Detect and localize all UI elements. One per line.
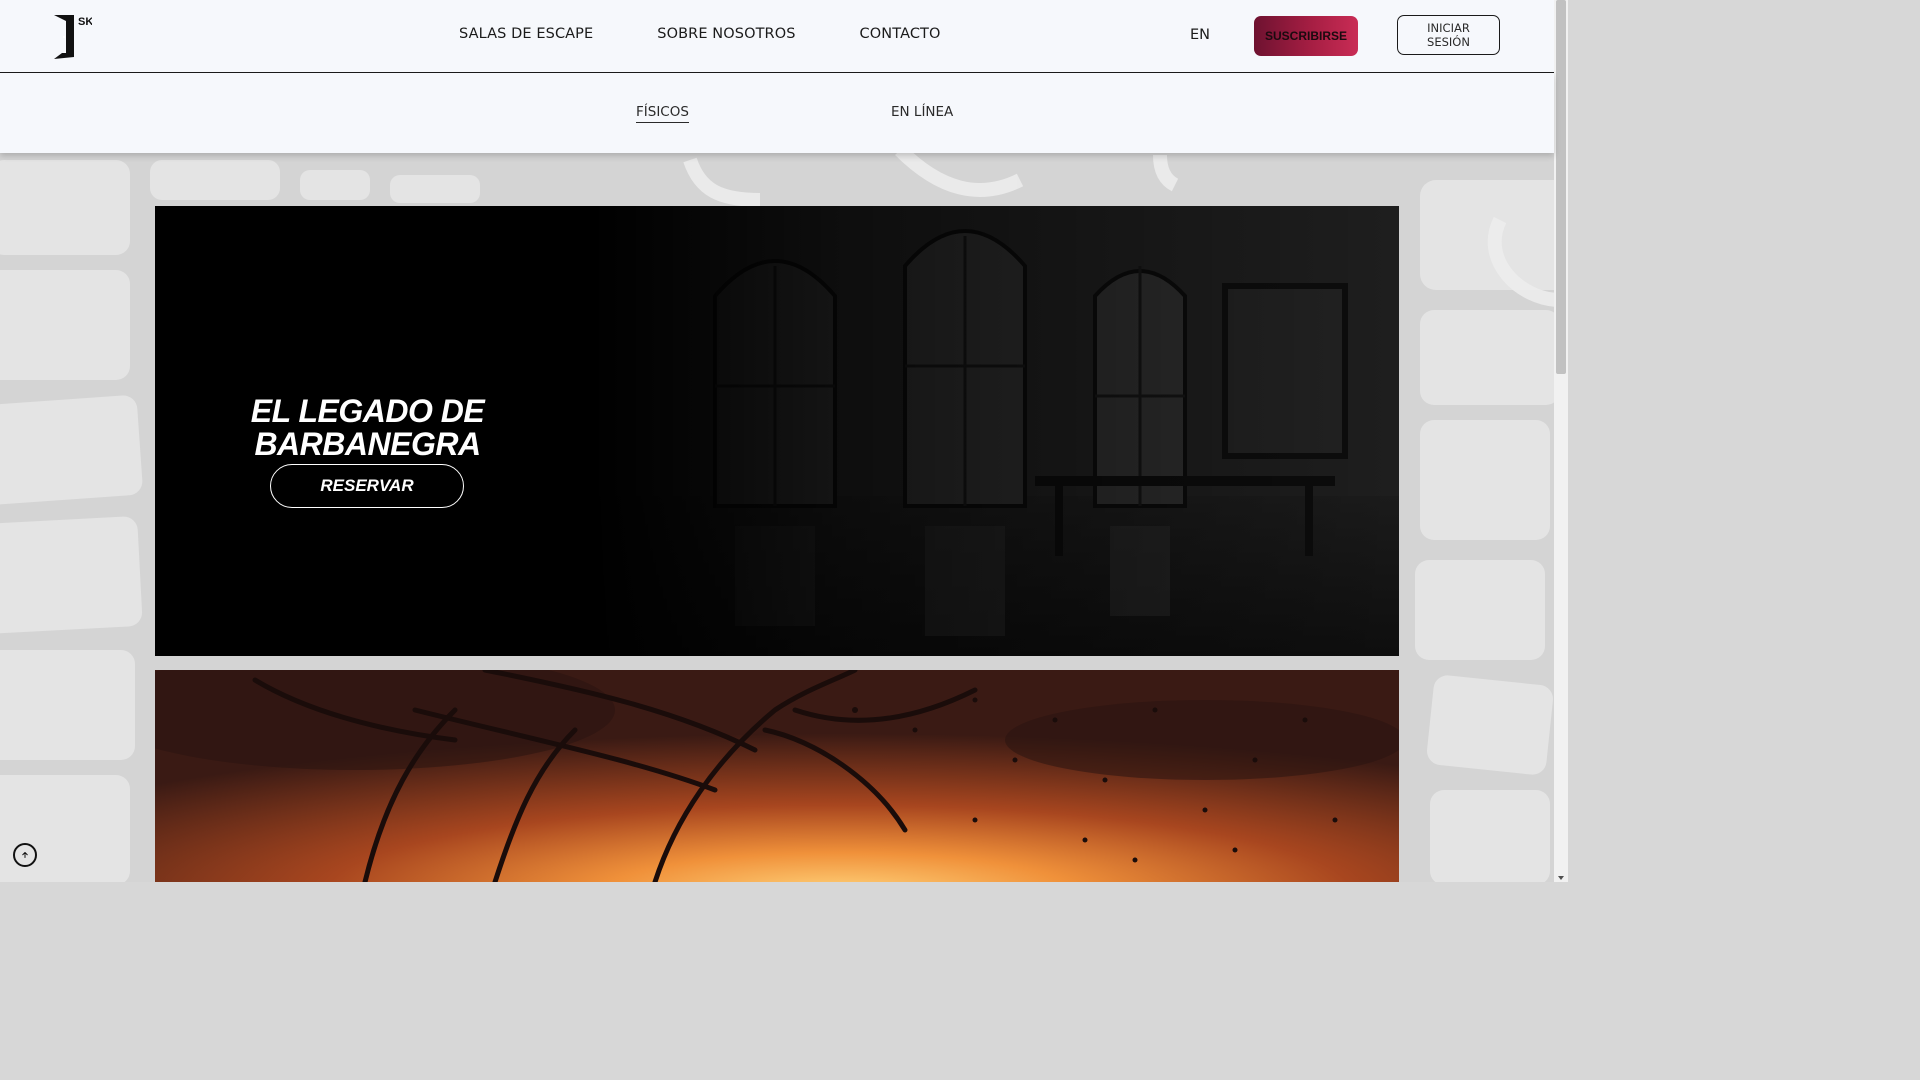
scroll-down-arrow-icon[interactable] bbox=[1556, 870, 1566, 880]
tab-en-linea[interactable]: EN LÍNEA bbox=[891, 104, 953, 120]
room-type-tabs: FÍSICOS EN LÍNEA bbox=[0, 73, 1554, 153]
room-title: EL LEGADO DE BARBANEGRA bbox=[155, 392, 580, 462]
nav-salas-de-escape[interactable]: SALAS DE ESCAPE bbox=[459, 26, 593, 42]
nav-sobre-nosotros[interactable]: SOBRE NOSOTROS bbox=[657, 26, 795, 42]
skp-logo[interactable]: SKP bbox=[52, 13, 101, 61]
room-title-line-2: BARBANEGRA bbox=[254, 425, 481, 462]
arrow-up-circle-icon bbox=[22, 852, 28, 858]
room-card-2 bbox=[155, 670, 1399, 882]
main-nav: SALAS DE ESCAPE SOBRE NOSOTROS CONTACTO bbox=[459, 26, 1005, 42]
subscribe-button[interactable]: SUSCRIBIRSE bbox=[1254, 16, 1358, 56]
top-navbar: SKP SALAS DE ESCAPE SOBRE NOSOTROS CONTA… bbox=[0, 0, 1554, 73]
room-title-line-1: EL LEGADO DE bbox=[250, 392, 485, 429]
scrollbar-thumb[interactable] bbox=[1556, 0, 1566, 374]
logo-letter-s: SKP bbox=[78, 16, 92, 28]
login-button[interactable]: INICIAR SESIÓN bbox=[1397, 15, 1500, 55]
back-to-top-button[interactable] bbox=[13, 843, 37, 867]
tab-fisicos[interactable]: FÍSICOS bbox=[636, 104, 689, 123]
sunset-image bbox=[155, 670, 1399, 882]
reserve-button[interactable]: RESERVAR bbox=[270, 464, 464, 508]
nav-contacto[interactable]: CONTACTO bbox=[860, 26, 941, 42]
room-card: EL LEGADO DE BARBANEGRA RESERVAR bbox=[155, 206, 1399, 656]
language-switch[interactable]: EN bbox=[1190, 27, 1210, 43]
